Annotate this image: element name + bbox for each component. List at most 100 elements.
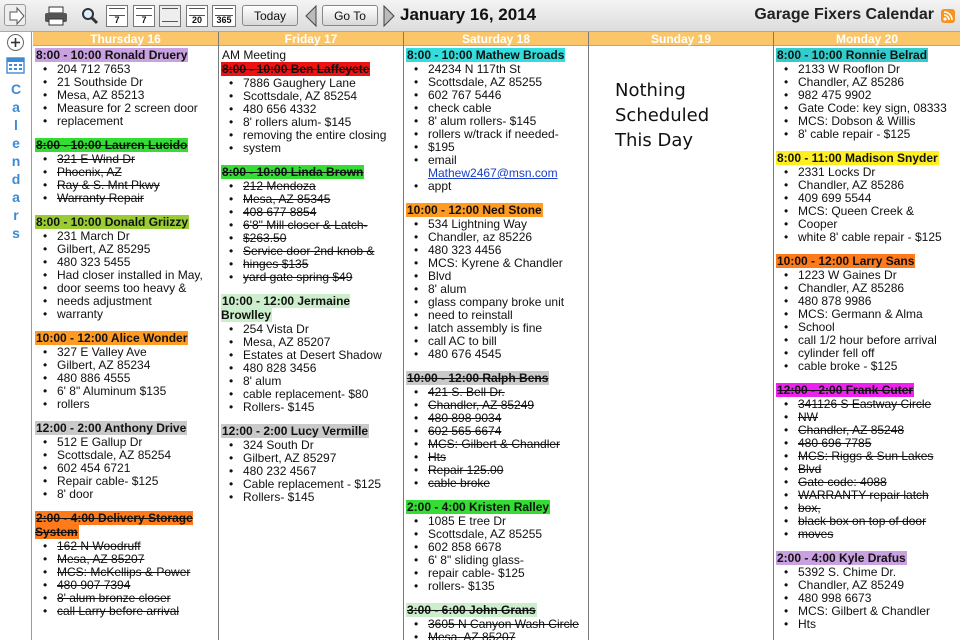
appointment-details: 421 S. Bell Dr.Chandler, AZ 85249480 898… — [406, 386, 586, 491]
week-view-icon[interactable]: 7 — [106, 5, 128, 27]
appointment-title[interactable]: 10:00 - 12:00 Jermaine Browlley — [221, 294, 351, 322]
appointment[interactable]: 10:00 - 12:00 Ralph Bens421 S. Bell Dr.C… — [406, 371, 586, 490]
day-body: 8:00 - 10:00 Ronnie Belrad2133 W Rooflon… — [774, 46, 960, 631]
calendars-sidebar: C a l e n d a r s — [0, 32, 32, 640]
appointment-title[interactable]: 12:00 - 2:00 Frank Cuter — [776, 383, 915, 397]
detail-line: system — [227, 142, 401, 156]
workweek-view-icon[interactable]: 7 — [133, 5, 155, 27]
appointment-title[interactable]: 8:00 - 10:00 Ronnie Belrad — [776, 48, 929, 62]
email-link[interactable]: Mathew2467@msn.com — [428, 166, 558, 180]
nothing-line: Scheduled — [615, 105, 710, 126]
appointment-title[interactable]: 2:00 - 4:00 Delivery Storage System — [35, 511, 193, 539]
appointment-title[interactable]: 12:00 - 2:00 Lucy Vermille — [221, 424, 370, 438]
appointment-details: 212 MendozaMesa, AZ 85345408 677 88546'8… — [221, 180, 401, 285]
nothing-line: Nothing — [615, 80, 686, 101]
list-view-icon[interactable] — [159, 5, 181, 27]
day-body: 8:00 - 10:00 Ronald Druery204 712 765321… — [33, 46, 218, 618]
goto-button[interactable]: Go To — [322, 5, 378, 26]
appointment-details: 512 E Gallup DrScottsdale, AZ 85254602 4… — [35, 436, 216, 502]
appointment-title[interactable]: 8:00 - 11:00 Madison Snyder — [776, 151, 939, 165]
appointment[interactable]: 8:00 - 10:00 Donald Griizzy231 March DrG… — [35, 215, 216, 321]
appointment-title[interactable]: 8:00 - 10:00 Ben Laffeyete — [221, 62, 371, 76]
detail-line: 8' cable repair - $125 — [782, 128, 958, 142]
appointment-title[interactable]: AM Meeting — [221, 48, 288, 62]
day-header[interactable]: Monday 20 — [774, 32, 960, 46]
appointment[interactable]: 8:00 - 11:00 Madison Snyder2331 Locks Dr… — [776, 151, 958, 244]
appointment-title[interactable]: 10:00 - 12:00 Ralph Bens — [406, 371, 550, 385]
appointment-title[interactable]: 3:00 - 6:00 John Grans — [406, 603, 537, 617]
appointment[interactable]: 2:00 - 4:00 Delivery Storage System162 N… — [35, 511, 216, 618]
back-arrow-icon[interactable] — [4, 4, 26, 26]
year-view-icon[interactable]: 365 — [212, 5, 236, 27]
appointment[interactable]: 8:00 - 10:00 Linda Brown212 MendozaMesa,… — [221, 165, 401, 284]
appointment-title[interactable]: 10:00 - 12:00 Ned Stone — [406, 203, 543, 217]
day-header[interactable]: Sunday 19 — [589, 32, 773, 46]
appointment[interactable]: 2:00 - 4:00 Kristen Ralley1085 E tree Dr… — [406, 500, 586, 593]
day-header[interactable]: Saturday 18 — [404, 32, 588, 46]
label-char: n — [11, 153, 21, 169]
appointment-title[interactable]: 8:00 - 10:00 Lauren Lucido — [35, 138, 189, 152]
printer-icon[interactable] — [44, 6, 68, 26]
detail-line: yard gate spring $49 — [227, 271, 401, 285]
detail-line: call Larry before arrival — [41, 605, 216, 619]
appointment-title[interactable]: 8:00 - 10:00 Ronald Druery — [35, 48, 189, 62]
appointment[interactable]: 12:00 - 2:00 Lucy Vermille324 South DrGi… — [221, 424, 401, 504]
day-header[interactable]: Friday 17 — [219, 32, 403, 46]
rss-icon[interactable] — [941, 9, 955, 23]
label-char: r — [13, 207, 19, 223]
current-date: January 16, 2014 — [400, 5, 537, 24]
appointment[interactable]: 8:00 - 10:00 Ronald Druery204 712 765321… — [35, 48, 216, 128]
appointment[interactable]: 10:00 - 12:00 Larry Sans1223 W Gaines Dr… — [776, 254, 958, 373]
appointment[interactable]: AM Meeting — [221, 48, 401, 62]
appointment[interactable]: 10:00 - 12:00 Ned Stone534 Lightning Way… — [406, 203, 586, 361]
day-header[interactable]: Thursday 16 — [33, 32, 218, 46]
appointment-title[interactable]: 2:00 - 4:00 Kyle Drafus — [776, 551, 907, 565]
label-char: e — [12, 135, 20, 151]
appointment[interactable]: 12:00 - 2:00 Anthony Drive512 E Gallup D… — [35, 421, 216, 501]
appointment[interactable]: 8:00 - 10:00 Lauren Lucido321 E Wind DrP… — [35, 138, 216, 205]
appointment-details: 534 Lightning WayChandler, az 85226480 3… — [406, 218, 586, 362]
appointment-title[interactable]: 12:00 - 2:00 Anthony Drive — [35, 421, 188, 435]
appointment[interactable]: 8:00 - 10:00 Mathew Broads24234 N 117th … — [406, 48, 586, 193]
appointment-details: 3605 N Canyon Wash CircleMesa, AZ 852074… — [406, 618, 586, 640]
appointment-details: 24234 N 117th StScottsdale, AZ 85255602 … — [406, 63, 586, 194]
detail-line: Rollers- $145 — [227, 491, 401, 505]
appointment-title[interactable]: 10:00 - 12:00 Alice Wonder — [35, 331, 189, 345]
appointment-details: 2331 Locks DrChandler, AZ 85286409 699 5… — [776, 166, 958, 245]
appointment[interactable]: 12:00 - 2:00 Frank Cuter341126 S Eastway… — [776, 383, 958, 541]
previous-arrow-icon[interactable] — [304, 4, 318, 28]
label-char: d — [11, 171, 21, 187]
appointment[interactable]: 10:00 - 12:00 Alice Wonder327 E Valley A… — [35, 331, 216, 411]
detail-line: email Mathew2467@msn.com — [412, 154, 586, 180]
label-char: s — [12, 225, 20, 241]
day-body — [589, 46, 773, 48]
label-char: l — [14, 117, 18, 133]
appointment-title[interactable]: 10:00 - 12:00 Larry Sans — [776, 254, 916, 268]
appointment-details: 1085 E tree DrScottsdale, AZ 85255602 85… — [406, 515, 586, 594]
appointment[interactable]: 8:00 - 10:00 Ronnie Belrad2133 W Rooflon… — [776, 48, 958, 141]
calendars-label[interactable]: C a l e n d a r s — [8, 80, 24, 242]
appointment-title[interactable]: 8:00 - 10:00 Linda Brown — [221, 165, 365, 179]
appointment-details: 327 E Valley AveGilbert, AZ 85234480 886… — [35, 346, 216, 412]
appointment-title[interactable]: 8:00 - 10:00 Mathew Broads — [406, 48, 566, 62]
appointment[interactable]: 10:00 - 12:00 Jermaine Browlley254 Vista… — [221, 294, 401, 414]
detail-line: cable broke - $125 — [782, 360, 958, 374]
appointment-title[interactable]: 2:00 - 4:00 Kristen Ralley — [406, 500, 551, 514]
today-button[interactable]: Today — [242, 5, 298, 26]
calendar-name: Garage Fixers Calendar — [754, 6, 934, 23]
detail-line: warranty — [41, 308, 216, 322]
appointment-details: 324 South DrGilbert, AZ 85297480 232 456… — [221, 439, 401, 505]
magnifier-icon[interactable] — [80, 6, 100, 26]
appointment-details: 254 Vista DrMesa, AZ 85207Estates at Des… — [221, 323, 401, 415]
detail-line: replacement — [41, 115, 216, 129]
next-arrow-icon[interactable] — [382, 4, 396, 28]
month-view-icon[interactable]: 20 — [186, 5, 208, 27]
appointment[interactable]: 2:00 - 4:00 Kyle Drafus5392 S. Chime Dr.… — [776, 551, 958, 631]
detail-line: Rollers- $145 — [227, 401, 401, 415]
appointment-title[interactable]: 8:00 - 10:00 Donald Griizzy — [35, 215, 190, 229]
detail-line: 480 676 4545 — [412, 348, 586, 362]
calendar-grid-icon[interactable] — [6, 56, 25, 74]
appointment[interactable]: 3:00 - 6:00 John Grans3605 N Canyon Wash… — [406, 603, 586, 640]
appointment[interactable]: 8:00 - 10:00 Ben Laffeyete7886 Gaughery … — [221, 62, 401, 155]
add-calendar-icon[interactable] — [7, 34, 24, 51]
